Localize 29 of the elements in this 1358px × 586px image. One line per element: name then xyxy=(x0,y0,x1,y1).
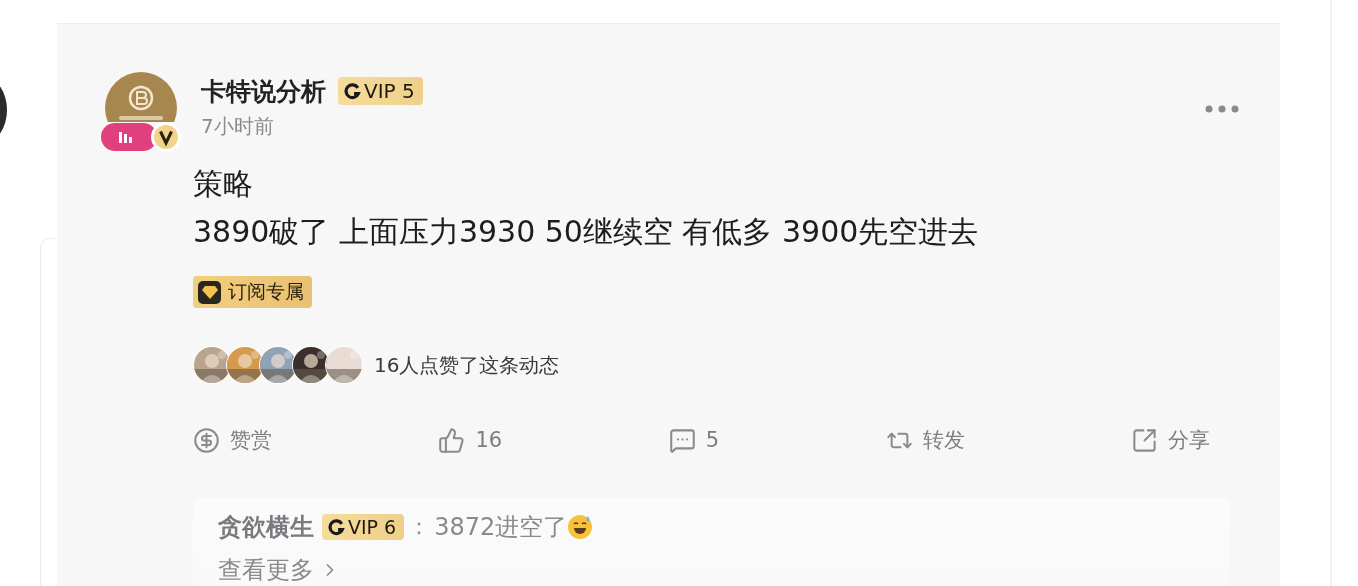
post-time: 7小时前 xyxy=(201,113,275,140)
subscriber-tag: 订阅专属 xyxy=(193,276,312,308)
vip-icon xyxy=(328,518,345,536)
colon: ： xyxy=(408,513,431,541)
likes-summary[interactable]: 16人点赞了这条动态 xyxy=(374,351,560,379)
author-name[interactable]: 卡特说分析 xyxy=(201,74,326,108)
coin-icon xyxy=(193,426,220,454)
comment-text: 3872进空了 xyxy=(434,512,568,543)
post-text: 3890破了 上面压力3930 50继续空 有低多 3900先空进去 xyxy=(193,213,980,251)
comment-icon xyxy=(668,426,696,454)
repost-action[interactable]: 转发 xyxy=(885,426,965,454)
view-more-link[interactable]: 查看更多 xyxy=(218,554,340,586)
share-icon xyxy=(1131,426,1158,454)
comment-action[interactable]: 5 xyxy=(668,426,720,454)
reward-action[interactable]: 赞赏 xyxy=(193,426,272,454)
like-action[interactable]: 16 xyxy=(438,426,503,454)
logo-avatar[interactable] xyxy=(105,72,177,122)
commenter-name[interactable]: 贪欲横生 xyxy=(218,511,314,543)
more-icon xyxy=(1205,105,1239,113)
verified-icon xyxy=(154,125,178,149)
share-action[interactable]: 分享 xyxy=(1131,426,1210,454)
thumbs-up-icon xyxy=(438,426,466,454)
diamond-icon xyxy=(201,285,218,299)
vip-badge: VIP 6 xyxy=(322,514,405,540)
audio-bars-icon xyxy=(119,131,133,143)
post-text: 策略 xyxy=(193,165,254,203)
more-button[interactable] xyxy=(1205,105,1239,113)
vip-badge: VIP 5 xyxy=(338,77,423,105)
vip-icon xyxy=(344,82,361,100)
